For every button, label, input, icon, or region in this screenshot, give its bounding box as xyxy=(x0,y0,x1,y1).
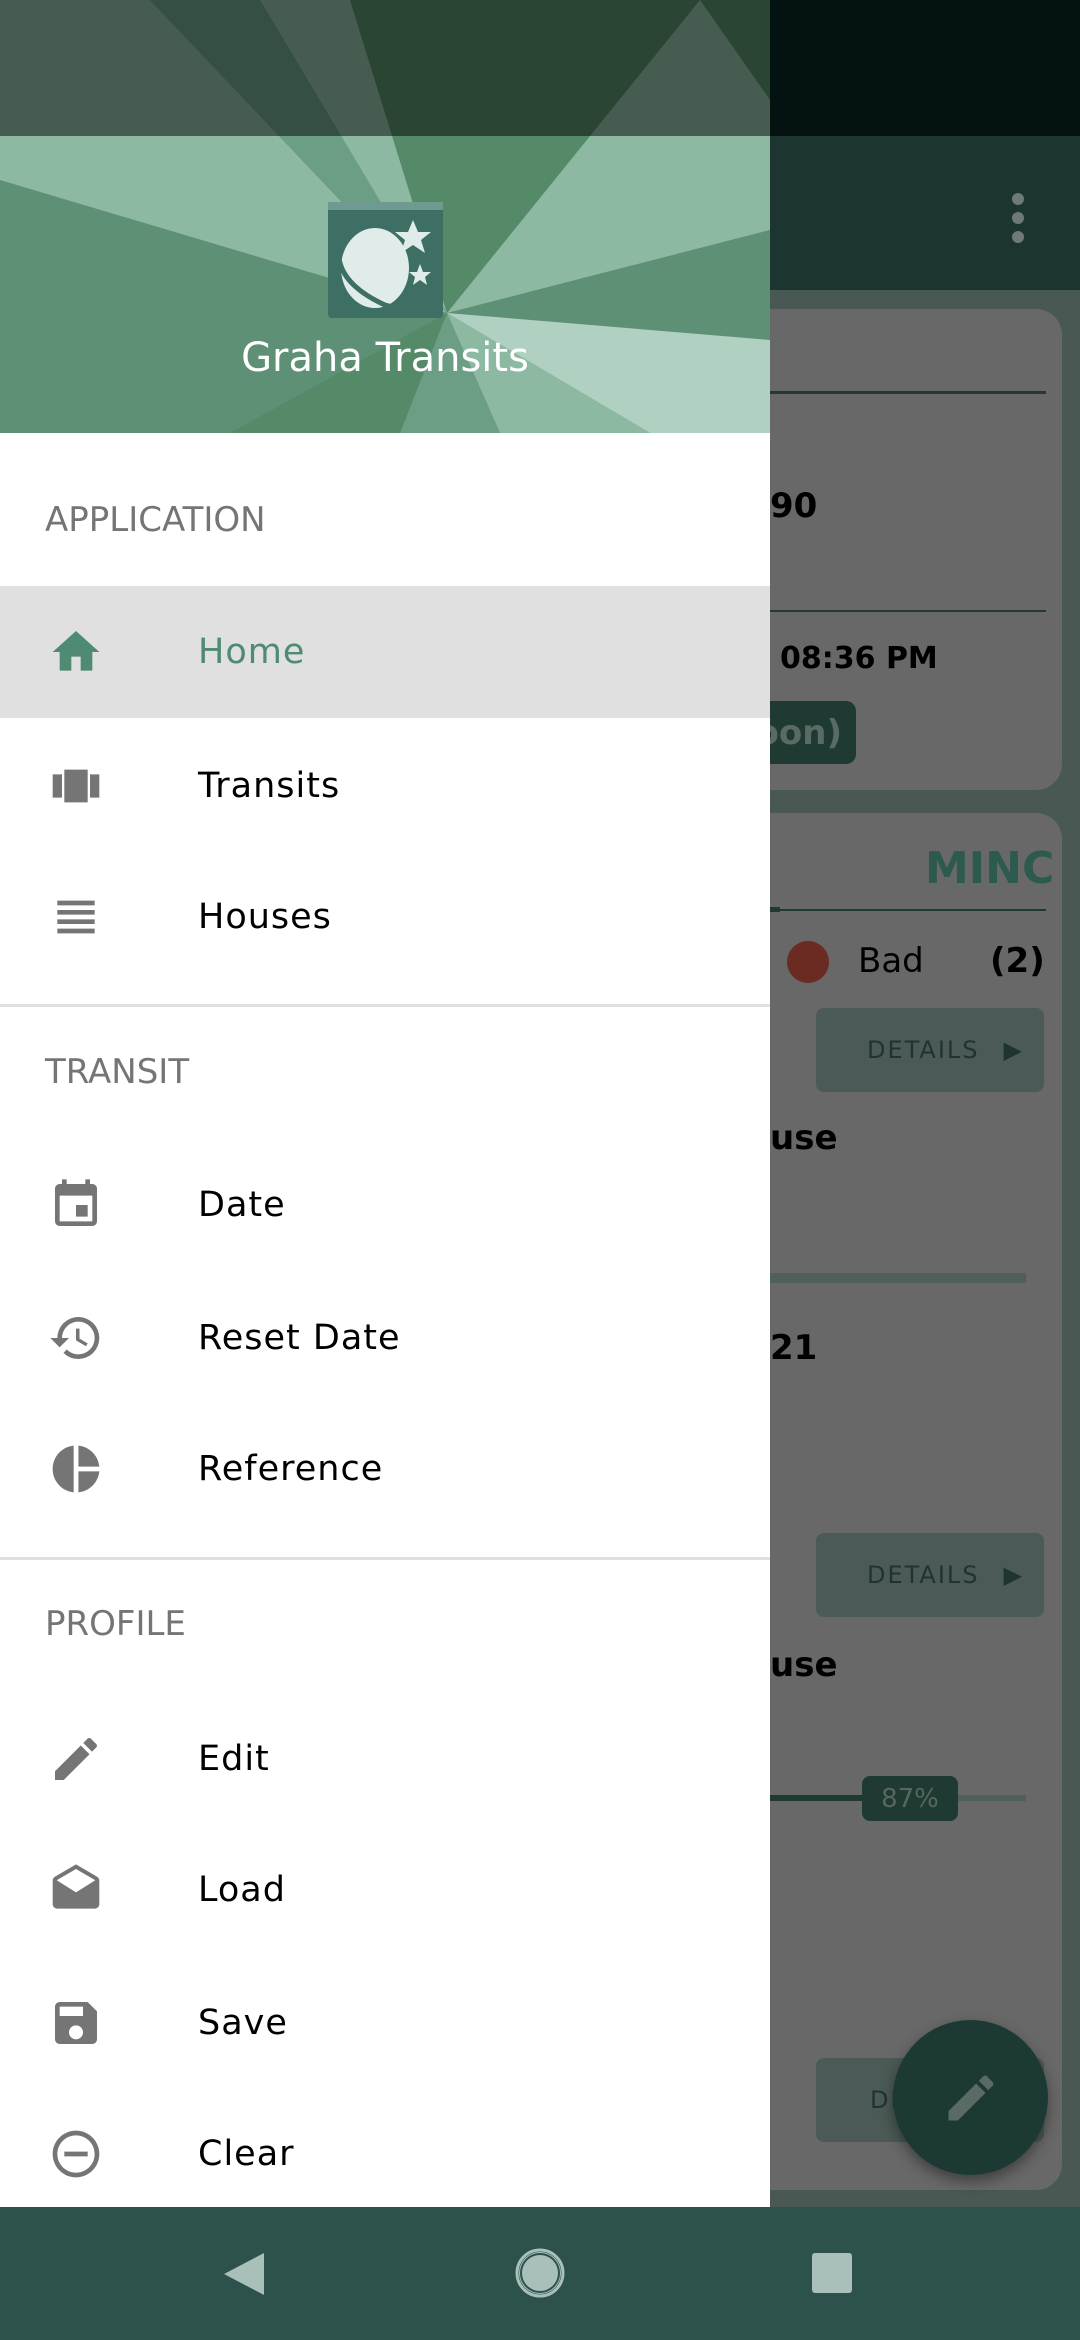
minus-circle-icon xyxy=(48,2126,104,2182)
back-icon[interactable] xyxy=(222,2251,266,2297)
number-text: 21 xyxy=(770,1328,818,1368)
app-logo xyxy=(328,202,443,318)
drawer-item-load[interactable]: Load xyxy=(0,1824,770,1956)
floppy-disk-icon xyxy=(48,1995,104,2051)
drawer-item-label: Transits xyxy=(198,766,341,806)
tab-minor[interactable]: MINC xyxy=(925,843,1054,894)
time-text: 08:36 PM xyxy=(780,641,938,676)
carousel-icon xyxy=(48,758,104,814)
drawer-item-edit[interactable]: Edit xyxy=(0,1693,770,1825)
open-mail-icon xyxy=(48,1862,104,1918)
drawer-item-label: Date xyxy=(198,1185,286,1225)
drawer-item-clear[interactable]: Clear xyxy=(0,2088,770,2220)
details-button[interactable]: DETAILS ▶ xyxy=(816,1533,1044,1617)
section-profile: PROFILE xyxy=(45,1604,186,1644)
drawer-item-label: Houses xyxy=(198,897,332,937)
drawer-item-home[interactable]: Home xyxy=(0,586,770,718)
system-nav-bar xyxy=(0,2207,1080,2340)
legend-bad: Bad xyxy=(858,941,924,981)
home-circle-icon[interactable] xyxy=(515,2248,565,2298)
drawer-item-transits[interactable]: Transits xyxy=(0,720,770,852)
list-icon xyxy=(48,889,104,945)
drawer-item-label: Home xyxy=(198,632,306,672)
home-icon xyxy=(48,624,104,680)
app-title: Graha Transits xyxy=(241,335,529,381)
drawer-item-label: Save xyxy=(198,2003,288,2043)
pencil-icon xyxy=(48,1731,104,1787)
bad-dot xyxy=(787,941,829,983)
section-transit: TRANSIT xyxy=(45,1052,190,1092)
house-text: use xyxy=(770,1645,838,1685)
drawer-header: Graha Transits xyxy=(0,0,770,433)
pencil-icon xyxy=(948,2074,993,2120)
house-text: use xyxy=(770,1118,838,1158)
drawer-item-reference[interactable]: Reference xyxy=(0,1403,770,1535)
progress-pill: 87% xyxy=(862,1776,958,1821)
pie-chart-icon xyxy=(48,1441,104,1497)
drawer-item-label: Load xyxy=(198,1870,286,1910)
calendar-icon xyxy=(48,1177,104,1233)
navigation-drawer: Graha Transits APPLICATION Home Transits… xyxy=(0,0,770,2207)
drawer-item-save[interactable]: Save xyxy=(0,1957,770,2089)
divider xyxy=(0,1557,770,1560)
drawer-item-label: Clear xyxy=(198,2134,295,2174)
divider xyxy=(0,1004,770,1007)
details-button[interactable]: DETAILS ▶ xyxy=(816,1008,1044,1092)
recents-icon[interactable] xyxy=(812,2253,852,2293)
drawer-item-date[interactable]: Date xyxy=(0,1139,770,1271)
drawer-item-label: Reset Date xyxy=(198,1318,401,1358)
drawer-item-label: Reference xyxy=(198,1449,384,1489)
drawer-item-houses[interactable]: Houses xyxy=(0,851,770,983)
value-text: 90 xyxy=(770,486,818,526)
history-icon xyxy=(48,1310,104,1366)
drawer-item-label: Edit xyxy=(198,1739,270,1779)
more-vert-icon[interactable] xyxy=(1004,190,1032,246)
section-application: APPLICATION xyxy=(45,500,266,540)
fab-edit-button[interactable] xyxy=(893,2020,1048,2175)
legend-count: (2) xyxy=(990,941,1045,981)
drawer-item-reset-date[interactable]: Reset Date xyxy=(0,1272,770,1404)
